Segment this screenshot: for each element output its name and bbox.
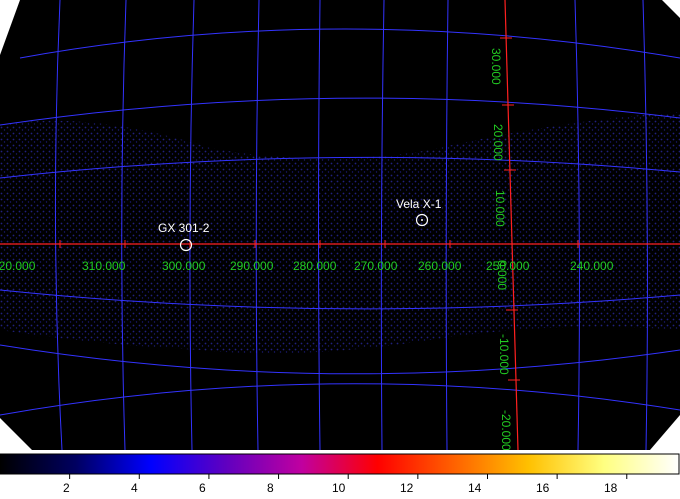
longitude-labels: 320.000 310.000 300.000 290.000 280.000 … <box>0 259 614 273</box>
colorbar-label-4: 4 <box>131 481 138 495</box>
colorbar-label-16: 16 <box>536 481 550 495</box>
source-label-gx301-2: GX 301-2 <box>158 221 210 235</box>
source-dot-vela-x1 <box>421 219 423 221</box>
source-label-vela-x1: Vela X-1 <box>396 197 442 211</box>
lat-label-minus20: -20.000 <box>499 410 513 450</box>
sky-map[interactable]: 320.000 310.000 300.000 290.000 280.000 … <box>0 0 680 450</box>
colorbar-label-10: 10 <box>332 481 346 495</box>
lat-label-minus10: -10.000 <box>497 334 511 375</box>
lat-label-30: 30.000 <box>489 48 503 85</box>
colorbar-label-8: 8 <box>267 481 274 495</box>
lon-label-300: 300.000 <box>162 259 206 273</box>
lat-label-10: 10.000 <box>493 190 507 227</box>
colorbar-label-14: 14 <box>468 481 482 495</box>
colorbar-label-12: 12 <box>400 481 414 495</box>
colorbar: 2 4 6 8 10 12 14 16 18 <box>0 451 680 499</box>
lon-label-260: 260.000 <box>418 259 462 273</box>
lon-label-270: 270.000 <box>354 259 398 273</box>
lat-label-20: 20.000 <box>491 124 505 161</box>
colorbar-label-18: 18 <box>604 481 618 495</box>
lon-label-310: 310.000 <box>82 259 126 273</box>
colorbar-label-6: 6 <box>199 481 206 495</box>
lon-label-290: 290.000 <box>230 259 274 273</box>
lon-label-240: 240.000 <box>570 259 614 273</box>
lat-label-0: 0.000 <box>495 260 509 290</box>
colorbar-gradient <box>0 453 680 475</box>
lon-label-280: 280.000 <box>293 259 337 273</box>
lon-label-320: 320.000 <box>0 259 36 273</box>
colorbar-label-2: 2 <box>63 481 70 495</box>
